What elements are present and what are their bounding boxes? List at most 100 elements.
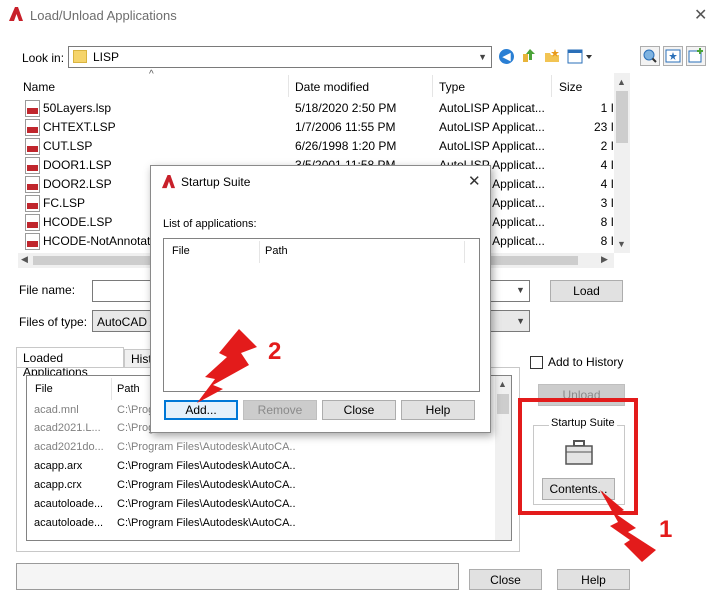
status-field [16, 563, 459, 590]
loaded-app-file: acautoloade... [34, 498, 104, 510]
window-close-icon[interactable]: ✕ [694, 5, 707, 25]
new-folder-icon[interactable] [544, 48, 560, 64]
column-divider [464, 241, 465, 263]
favorites-icon[interactable] [663, 46, 683, 66]
loaded-app-file: acautoloade... [34, 517, 104, 529]
scroll-up-icon[interactable]: ▲ [498, 379, 507, 389]
scroll-left-icon[interactable]: ◀ [21, 254, 28, 265]
chevron-down-icon: ▼ [516, 316, 525, 326]
lsp-file-icon [25, 100, 40, 117]
annotation-marker-1: 1 [659, 516, 673, 543]
autocad-logo-icon [8, 6, 24, 22]
loaded-app-path: C:\Program Files\Autodesk\AutoCA... [117, 498, 295, 510]
file-row-size: 23 I [593, 120, 614, 134]
file-row-type: AutoLISP Applicat... [439, 120, 545, 134]
list-item[interactable]: acapp.arx C:\Program Files\Autodesk\Auto… [26, 460, 496, 478]
file-row-size: 1 I [600, 101, 614, 115]
add-to-history-checkbox[interactable] [530, 356, 543, 369]
folder-icon [73, 50, 87, 63]
file-row-date: 1/7/2006 11:55 PM [295, 120, 396, 134]
loaded-app-file: acad.mnl [34, 404, 79, 416]
column-divider [288, 75, 289, 97]
files-of-type-label: Files of type: [19, 315, 88, 329]
loaded-app-file: acad2021.L... [34, 422, 101, 434]
tab-loaded-applications[interactable]: Loaded Applications [16, 347, 124, 379]
help-button[interactable]: Help [557, 569, 630, 590]
loaded-app-file: acad2021do... [34, 441, 104, 453]
chevron-down-icon: ▼ [478, 52, 487, 62]
file-row-type: AutoLISP Applicat... [439, 101, 545, 115]
loaded-app-path: C:\Program Files\Autodesk\AutoCA... [117, 460, 295, 472]
close-button[interactable]: Close [469, 569, 542, 590]
look-in-combo[interactable]: LISP ▼ [68, 46, 492, 68]
file-row-name: CUT.LSP [43, 139, 93, 153]
lsp-file-icon [25, 233, 40, 250]
window-title: Load/Unload Applications [30, 8, 177, 23]
file-row-type: AutoLISP Applicat... [439, 139, 545, 153]
lsp-file-icon [25, 214, 40, 231]
lsp-file-icon [25, 138, 40, 155]
loaded-app-path: C:\Program Files\Autodesk\AutoCA... [117, 517, 295, 529]
chevron-down-icon[interactable]: ▼ [516, 285, 525, 295]
file-list-vscrollbar[interactable]: ▲ ▼ [614, 73, 630, 253]
dialog-help-button[interactable]: Help [401, 400, 475, 420]
file-row-size: 4 I [600, 158, 614, 172]
column-header-name[interactable]: Name [23, 80, 55, 94]
sort-ascending-icon: ^ [149, 69, 154, 80]
back-icon[interactable]: ◀ [499, 49, 514, 64]
column-header-date[interactable]: Date modified [295, 80, 369, 94]
column-divider [551, 75, 552, 97]
dialog-close-icon[interactable]: ✕ [468, 172, 481, 190]
look-in-value: LISP [93, 50, 120, 64]
views-menu-icon[interactable] [567, 49, 593, 64]
scroll-down-icon[interactable]: ▼ [617, 239, 626, 249]
lsp-file-icon [25, 195, 40, 212]
search-web-icon[interactable] [640, 46, 660, 66]
loaded-app-path: C:\Program Files\Autodesk\AutoCA... [117, 479, 295, 491]
load-button[interactable]: Load [550, 280, 623, 302]
file-row-name: CHTEXT.LSP [43, 120, 116, 134]
file-row-date: 5/18/2020 2:50 PM [295, 101, 397, 115]
list-item[interactable]: acautoloade... C:\Program Files\Autodesk… [26, 517, 496, 535]
file-name-label: File name: [19, 283, 76, 297]
list-item[interactable]: acad2021do... C:\Program Files\Autodesk\… [26, 441, 496, 459]
file-row-size: 8 I [600, 215, 614, 229]
loaded-app-file: acapp.arx [34, 460, 83, 472]
column-header-size[interactable]: Size [559, 80, 582, 94]
file-row-size: 8 I [600, 234, 614, 248]
loaded-app-file: acapp.crx [34, 479, 82, 491]
scroll-right-icon[interactable]: ▶ [601, 254, 608, 265]
dialog-close-button[interactable]: Close [322, 400, 396, 420]
list-item[interactable]: acautoloade... C:\Program Files\Autodesk… [26, 498, 496, 516]
column-header-file[interactable]: File [172, 245, 190, 257]
file-row[interactable]: CHTEXT.LSP 1/7/2006 11:55 PM AutoLISP Ap… [18, 118, 614, 137]
list-item[interactable]: acapp.crx C:\Program Files\Autodesk\Auto… [26, 479, 496, 497]
annotation-arrow-2 [193, 327, 265, 405]
file-row-name: 50Layers.lsp [43, 101, 112, 115]
column-divider [259, 241, 260, 263]
column-divider [432, 75, 433, 97]
file-row[interactable]: 50Layers.lsp 5/18/2020 2:50 PM AutoLISP … [18, 99, 614, 118]
file-row[interactable]: CUT.LSP 6/26/1998 1:20 PM AutoLISP Appli… [18, 137, 614, 156]
scroll-up-icon[interactable]: ▲ [617, 77, 626, 87]
lsp-file-icon [25, 176, 40, 193]
up-folder-icon[interactable] [521, 48, 537, 64]
column-header-path[interactable]: Path [265, 245, 288, 257]
lsp-file-icon [25, 157, 40, 174]
dialog-title: Startup Suite [181, 175, 251, 189]
lsp-file-icon [25, 119, 40, 136]
annotation-marker-2: 2 [268, 338, 282, 365]
file-row-date: 6/26/1998 1:20 PM [295, 139, 397, 153]
add-favorite-icon[interactable] [686, 46, 706, 66]
add-to-history-label: Add to History [548, 355, 624, 369]
look-in-label: Look in: [22, 51, 65, 65]
loaded-app-path: C:\Program Files\Autodesk\AutoCA... [117, 441, 295, 453]
file-row-size: 2 I [600, 139, 614, 153]
loaded-apps-vscrollbar[interactable]: ▲ [495, 376, 511, 540]
annotation-arrow-1 [598, 488, 660, 564]
scroll-thumb[interactable] [497, 394, 509, 414]
list-label: List of applications: [163, 218, 257, 230]
column-header-type[interactable]: Type [439, 80, 465, 94]
title-bar: Load/Unload Applications ✕ [0, 0, 720, 30]
scroll-thumb[interactable] [616, 91, 628, 143]
